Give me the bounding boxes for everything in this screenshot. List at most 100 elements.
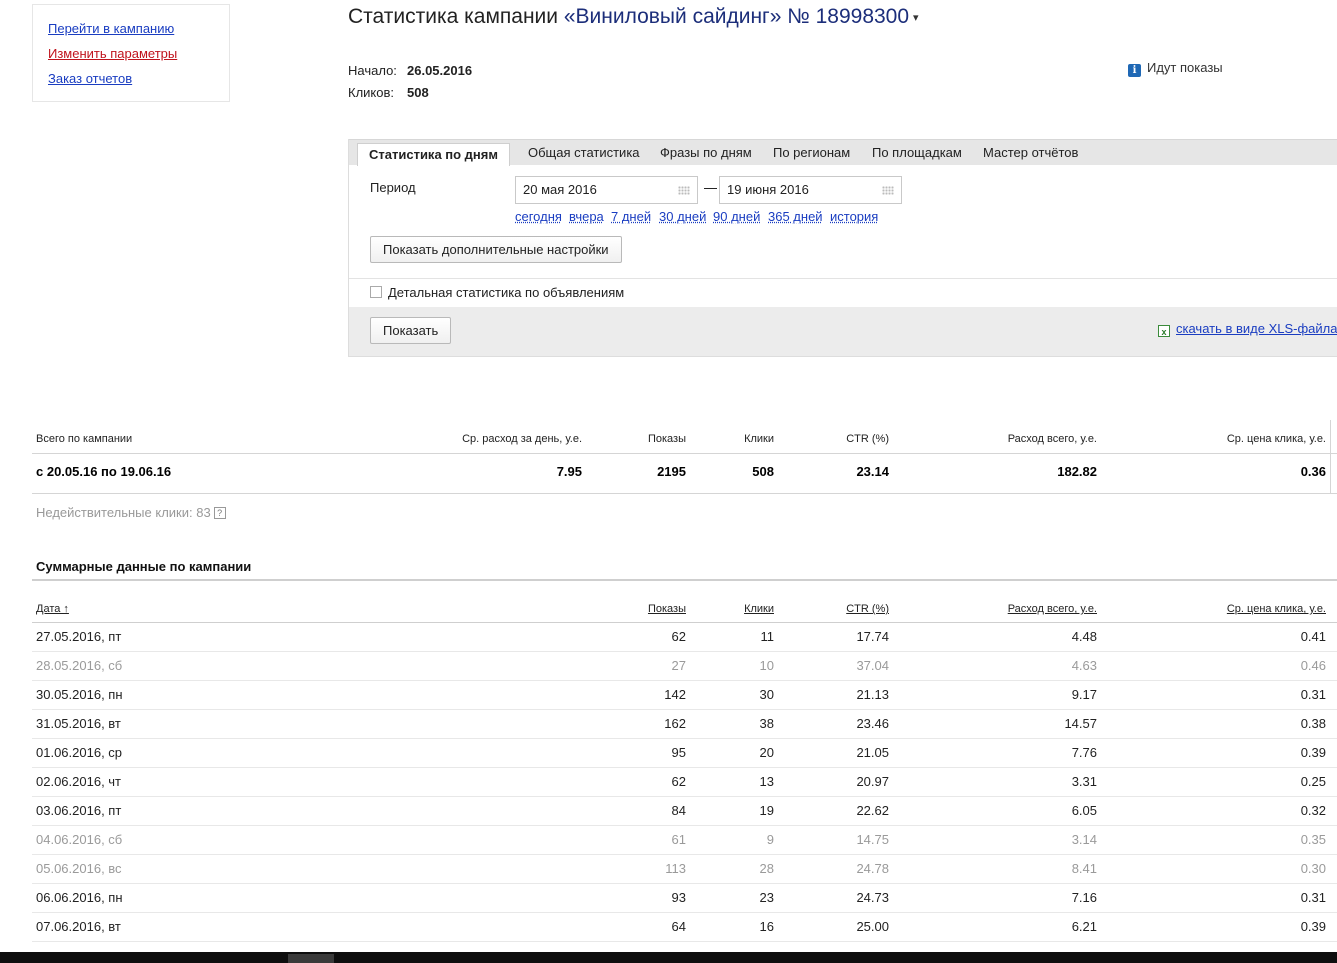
table-row: 06.06.2016, пн 93 23 24.73 7.16 0.31 xyxy=(32,884,1337,913)
quick-today[interactable]: сегодня xyxy=(515,209,562,224)
totals-header-campaign: Всего по кампании xyxy=(36,433,133,445)
status-text: Идут показы xyxy=(1147,60,1223,75)
tabs-bar: Статистика по дням Общая статистика Фраз… xyxy=(349,139,1337,166)
taskbar-item[interactable] xyxy=(288,954,334,963)
table-row: 04.06.2016, сб 61 9 14.75 3.14 0.35 xyxy=(32,826,1337,855)
sort-spend-header[interactable]: Расход всего, у.е. xyxy=(1008,603,1097,615)
start-label: Начало: xyxy=(348,63,397,78)
detail-stats-checkbox[interactable] xyxy=(370,286,382,298)
row-ctr: 20.97 xyxy=(856,774,889,789)
quick-30-days[interactable]: 30 дней xyxy=(659,209,706,224)
campaign-name: «Виниловый сайдинг» № 18998300 xyxy=(563,5,910,28)
sort-cpc-header[interactable]: Ср. цена клика, у.е. xyxy=(1227,603,1326,615)
row-spend: 4.48 xyxy=(1071,629,1097,644)
row-impressions: 162 xyxy=(664,716,686,731)
invalid-clicks: Недействительные клики: 83? xyxy=(36,505,226,520)
row-clicks: 23 xyxy=(759,890,774,905)
table-row: 07.06.2016, вт 64 16 25.00 6.21 0.39 xyxy=(32,913,1337,942)
quick-90-days[interactable]: 90 дней xyxy=(713,209,760,224)
scroll-edge xyxy=(1330,420,1331,494)
info-icon: i xyxy=(1128,64,1141,77)
row-ctr: 24.73 xyxy=(856,890,889,905)
row-date: 06.06.2016, пн xyxy=(36,890,123,905)
row-impressions: 84 xyxy=(671,803,686,818)
tab-by-site[interactable]: По площадкам xyxy=(872,145,962,160)
row-impressions: 95 xyxy=(671,745,686,760)
row-cpc: 0.30 xyxy=(1300,861,1326,876)
row-date: 28.05.2016, сб xyxy=(36,658,123,673)
sort-date-header[interactable]: Дата ↑ xyxy=(36,603,69,615)
download-xls-link[interactable]: x скачать в виде XLS-файла xyxy=(1158,321,1337,337)
quick-history[interactable]: история xyxy=(830,209,878,224)
sort-impressions-header[interactable]: Показы xyxy=(648,603,686,615)
row-date: 01.06.2016, ср xyxy=(36,745,123,760)
panel-footer: Показать x скачать в виде XLS-файла xyxy=(349,307,1337,356)
row-spend: 6.21 xyxy=(1071,919,1097,934)
row-ctr: 37.04 xyxy=(856,658,889,673)
title-prefix: Статистика кампании xyxy=(348,5,558,28)
table-row: 30.05.2016, пн 142 30 21.13 9.17 0.31 xyxy=(32,681,1337,710)
table-row: 27.05.2016, пт 62 11 17.74 4.48 0.41 xyxy=(32,623,1337,652)
tab-by-region[interactable]: По регионам xyxy=(773,145,850,160)
row-spend: 7.16 xyxy=(1071,890,1097,905)
stats-filter-panel: Статистика по дням Общая статистика Фраз… xyxy=(348,139,1337,357)
row-clicks: 30 xyxy=(759,687,774,702)
row-impressions: 113 xyxy=(665,861,686,876)
totals-header: Всего по кампании Ср. расход за день, у.… xyxy=(32,425,1337,454)
row-cpc: 0.31 xyxy=(1300,890,1326,905)
row-impressions: 62 xyxy=(671,629,686,644)
totals-header-impressions: Показы xyxy=(647,433,686,445)
row-date: 04.06.2016, сб xyxy=(36,832,123,847)
row-cpc: 0.46 xyxy=(1300,658,1326,673)
row-cpc: 0.25 xyxy=(1300,774,1326,789)
row-spend: 3.14 xyxy=(1071,832,1097,847)
tab-report-wizard[interactable]: Мастер отчётов xyxy=(983,145,1078,160)
row-clicks: 28 xyxy=(759,861,774,876)
row-cpc: 0.39 xyxy=(1300,745,1326,760)
quick-yesterday[interactable]: вчера xyxy=(569,209,604,224)
clicks-row: Кликов: 508 xyxy=(348,85,429,100)
detail-stats-label: Детальная статистика по объявлениям xyxy=(388,285,625,300)
row-impressions: 61 xyxy=(671,832,686,847)
tab-stats-by-day[interactable]: Статистика по дням xyxy=(357,143,510,166)
more-settings-button[interactable]: Показать дополнительные настройки xyxy=(370,236,622,263)
date-to-input[interactable]: 19 июня 2016 xyxy=(719,176,902,204)
sort-clicks-header[interactable]: Клики xyxy=(744,603,774,615)
show-button[interactable]: Показать xyxy=(370,317,452,344)
row-impressions: 93 xyxy=(671,890,686,905)
row-ctr: 25.00 xyxy=(856,919,889,934)
row-spend: 3.31 xyxy=(1071,774,1097,789)
campaign-dropdown-icon[interactable]: ▾ xyxy=(913,12,919,24)
row-cpc: 0.41 xyxy=(1300,629,1326,644)
totals-header-spend: Расход всего, у.е. xyxy=(1007,433,1097,445)
row-clicks: 11 xyxy=(760,629,775,644)
row-impressions: 64 xyxy=(671,919,686,934)
tab-phrases-by-day[interactable]: Фразы по дням xyxy=(660,145,752,160)
row-clicks: 13 xyxy=(759,774,774,789)
quick-7-days[interactable]: 7 дней xyxy=(611,209,651,224)
row-cpc: 0.31 xyxy=(1300,687,1326,702)
row-impressions: 27 xyxy=(671,658,686,673)
table-row: 01.06.2016, ср 95 20 21.05 7.76 0.39 xyxy=(32,739,1337,768)
totals-ctr: 23.14 xyxy=(856,464,889,479)
row-clicks: 20 xyxy=(759,745,774,760)
calendar-icon[interactable] xyxy=(678,186,690,195)
quick-365-days[interactable]: 365 дней xyxy=(768,209,823,224)
row-ctr: 22.62 xyxy=(856,803,889,818)
help-icon[interactable]: ? xyxy=(213,507,226,519)
totals-header-cpc: Ср. цена клика, у.е. xyxy=(1226,433,1326,445)
table-row: 31.05.2016, вт 162 38 23.46 14.57 0.38 xyxy=(32,710,1337,739)
order-reports-link[interactable]: Заказ отчетов xyxy=(48,71,132,86)
date-from-input[interactable]: 20 мая 2016 xyxy=(515,176,698,204)
table-row: 05.06.2016, вс 113 28 24.78 8.41 0.30 xyxy=(32,855,1337,884)
calendar-icon[interactable] xyxy=(882,186,894,195)
divider xyxy=(349,278,1337,279)
summary-rows: 27.05.2016, пт 62 11 17.74 4.48 0.41 28.05.201… xyxy=(32,623,1337,942)
tab-general-stats[interactable]: Общая статистика xyxy=(528,145,640,160)
edit-params-link[interactable]: Изменить параметры xyxy=(48,46,177,61)
excel-icon: x xyxy=(1158,325,1170,337)
sort-ctr-header[interactable]: CTR (%) xyxy=(846,603,889,615)
totals-clicks: 508 xyxy=(752,464,774,479)
row-spend: 4.63 xyxy=(1071,658,1097,673)
go-to-campaign-link[interactable]: Перейти в кампанию xyxy=(48,21,174,36)
